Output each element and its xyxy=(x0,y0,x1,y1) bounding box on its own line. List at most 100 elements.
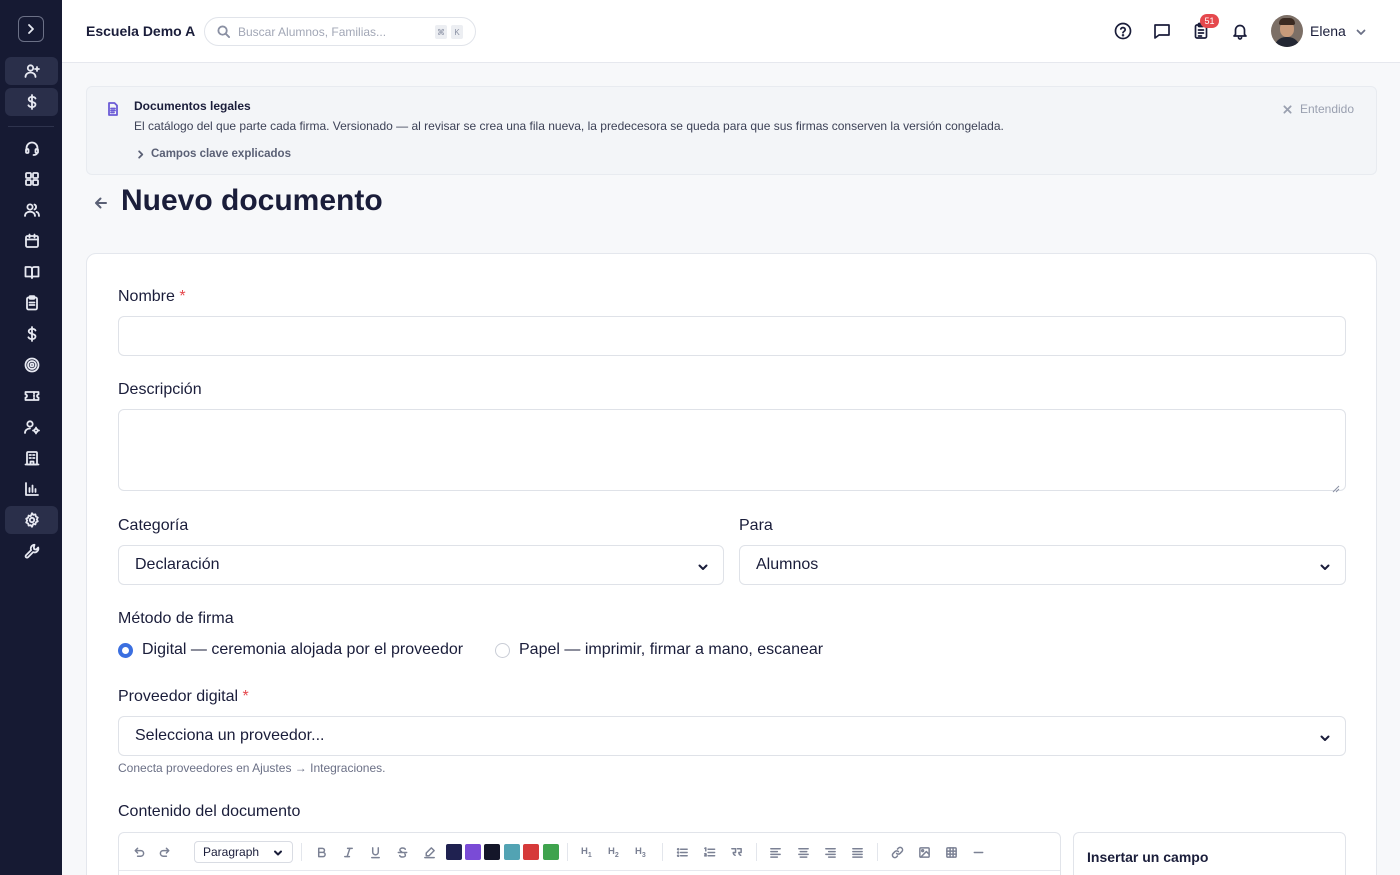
sidebar-item-calendar[interactable] xyxy=(5,227,58,255)
help-button[interactable] xyxy=(1114,22,1132,40)
dollar-icon xyxy=(27,326,36,342)
banner-text: El catálogo del que parte cada firma. Ve… xyxy=(134,119,1004,133)
heading-3-button[interactable]: H3 xyxy=(635,846,646,859)
highlight-button[interactable] xyxy=(422,845,436,859)
user-name[interactable]: Elena xyxy=(1310,23,1346,39)
radio-digital[interactable]: Digital — ceremonia alojada por el prove… xyxy=(118,641,463,659)
key-fields-expander-label: Campos clave explicados xyxy=(151,148,291,160)
dashboard-grid-icon xyxy=(24,172,39,186)
sidebar-toggle-button[interactable] xyxy=(18,16,44,42)
radio-paper[interactable]: Papel — imprimir, firmar a mano, escanea… xyxy=(495,641,823,659)
toolbar-divider xyxy=(756,843,757,861)
undo-button[interactable] xyxy=(131,845,145,859)
radio-digital-indicator[interactable] xyxy=(118,642,133,658)
horizontal-rule-button[interactable] xyxy=(971,845,985,859)
sidebar-item-tasks[interactable] xyxy=(5,289,58,317)
image-button[interactable] xyxy=(917,845,931,859)
provider-label: Proveedor digital * xyxy=(118,688,249,706)
sidebar-item-billing[interactable] xyxy=(5,320,58,348)
color-swatch-purple[interactable] xyxy=(465,844,481,860)
tasks-count-badge: 51 xyxy=(1200,14,1219,28)
color-swatch-navy[interactable] xyxy=(446,844,462,860)
image-icon xyxy=(918,846,930,858)
close-icon xyxy=(1283,104,1292,114)
sidebar-item-campus[interactable] xyxy=(5,444,58,472)
blockquote-button[interactable] xyxy=(729,845,743,859)
strikethrough-button[interactable] xyxy=(395,845,409,859)
for-label: Para xyxy=(739,517,773,534)
block-type-select[interactable]: Paragraph xyxy=(194,841,293,863)
color-swatch-red[interactable] xyxy=(523,844,539,860)
radio-paper-indicator[interactable] xyxy=(495,642,510,658)
chevron-down-icon xyxy=(697,560,709,572)
messages-button[interactable] xyxy=(1153,22,1171,40)
sidebar-item-staff[interactable] xyxy=(5,413,58,441)
sidebar-item-support[interactable] xyxy=(5,134,58,162)
table-button[interactable] xyxy=(944,845,958,859)
color-swatch-green[interactable] xyxy=(543,844,559,860)
user-cog-icon xyxy=(23,420,40,435)
minus-icon xyxy=(973,851,983,853)
heading-1-button[interactable]: H1 xyxy=(581,846,592,859)
sidebar-item-tickets[interactable] xyxy=(5,382,58,410)
quote-icon xyxy=(730,847,742,856)
color-swatch-teal[interactable] xyxy=(504,844,520,860)
key-fields-expander[interactable]: Campos clave explicados xyxy=(136,148,291,160)
sidebar-item-courses[interactable] xyxy=(5,258,58,286)
heading-2-button[interactable]: H2 xyxy=(608,846,619,859)
global-search[interactable]: ⌘ K xyxy=(204,17,476,46)
user-avatar[interactable] xyxy=(1271,15,1303,47)
chevron-right-icon xyxy=(28,24,34,34)
color-swatch-black[interactable] xyxy=(484,844,500,860)
align-justify-button[interactable] xyxy=(850,845,864,859)
sidebar-item-reports[interactable] xyxy=(5,475,58,503)
align-center-button[interactable] xyxy=(796,845,810,859)
bold-icon xyxy=(317,847,326,857)
sidebar-item-dashboard[interactable] xyxy=(5,165,58,193)
back-button[interactable] xyxy=(94,196,108,210)
user-menu-toggle[interactable] xyxy=(1355,25,1367,37)
sidebar-item-tools[interactable] xyxy=(5,537,58,565)
ordered-list-button[interactable] xyxy=(702,845,716,859)
underline-button[interactable] xyxy=(368,845,382,859)
search-input[interactable] xyxy=(238,24,428,39)
description-textarea[interactable] xyxy=(118,409,1346,491)
sidebar-item-settings[interactable] xyxy=(5,506,58,534)
link-button[interactable] xyxy=(890,845,904,859)
name-label-text: Nombre xyxy=(118,288,175,305)
rich-text-editor[interactable]: Paragraph H1 H2 H3 xyxy=(118,832,1061,875)
document-form-card: Nombre * Descripción Categoría Declaraci… xyxy=(86,253,1377,875)
align-right-button[interactable] xyxy=(823,845,837,859)
sidebar-item-people[interactable] xyxy=(5,196,58,224)
ticket-icon xyxy=(24,391,39,401)
chevron-down-icon xyxy=(1319,560,1331,572)
sidebar-item-goals[interactable] xyxy=(5,351,58,379)
italic-button[interactable] xyxy=(341,845,355,859)
ordered-list-icon xyxy=(703,846,715,857)
notifications-button[interactable] xyxy=(1231,22,1249,40)
heading-1-letter: H xyxy=(581,846,588,857)
top-bar: Escuela Demo A ⌘ K 51 Elena xyxy=(62,0,1400,63)
align-center-icon xyxy=(797,847,809,858)
table-icon xyxy=(945,846,957,858)
dollar-icon xyxy=(27,94,36,110)
bullet-list-button[interactable] xyxy=(675,845,689,859)
name-input[interactable] xyxy=(118,316,1346,356)
toolbar-divider xyxy=(301,843,302,861)
settings-icon xyxy=(24,512,39,528)
heading-2-level: 2 xyxy=(614,851,619,859)
sidebar-item-admissions[interactable] xyxy=(5,57,58,85)
provider-select[interactable]: Selecciona un proveedor... xyxy=(118,716,1346,756)
bold-button[interactable] xyxy=(314,845,328,859)
redo-button[interactable] xyxy=(158,845,172,859)
signature-method-label: Método de firma xyxy=(118,610,234,627)
sidebar-item-finance[interactable] xyxy=(5,88,58,116)
resize-handle-icon[interactable] xyxy=(1332,480,1340,493)
toolbar-divider xyxy=(567,843,568,861)
category-select[interactable]: Declaración xyxy=(118,545,724,585)
insert-field-panel: Insertar un campo xyxy=(1073,832,1346,875)
for-select[interactable]: Alumnos xyxy=(739,545,1346,585)
chevron-down-icon xyxy=(1319,731,1331,743)
dismiss-banner-button[interactable]: Entendido xyxy=(1283,102,1354,116)
align-left-button[interactable] xyxy=(768,845,782,859)
